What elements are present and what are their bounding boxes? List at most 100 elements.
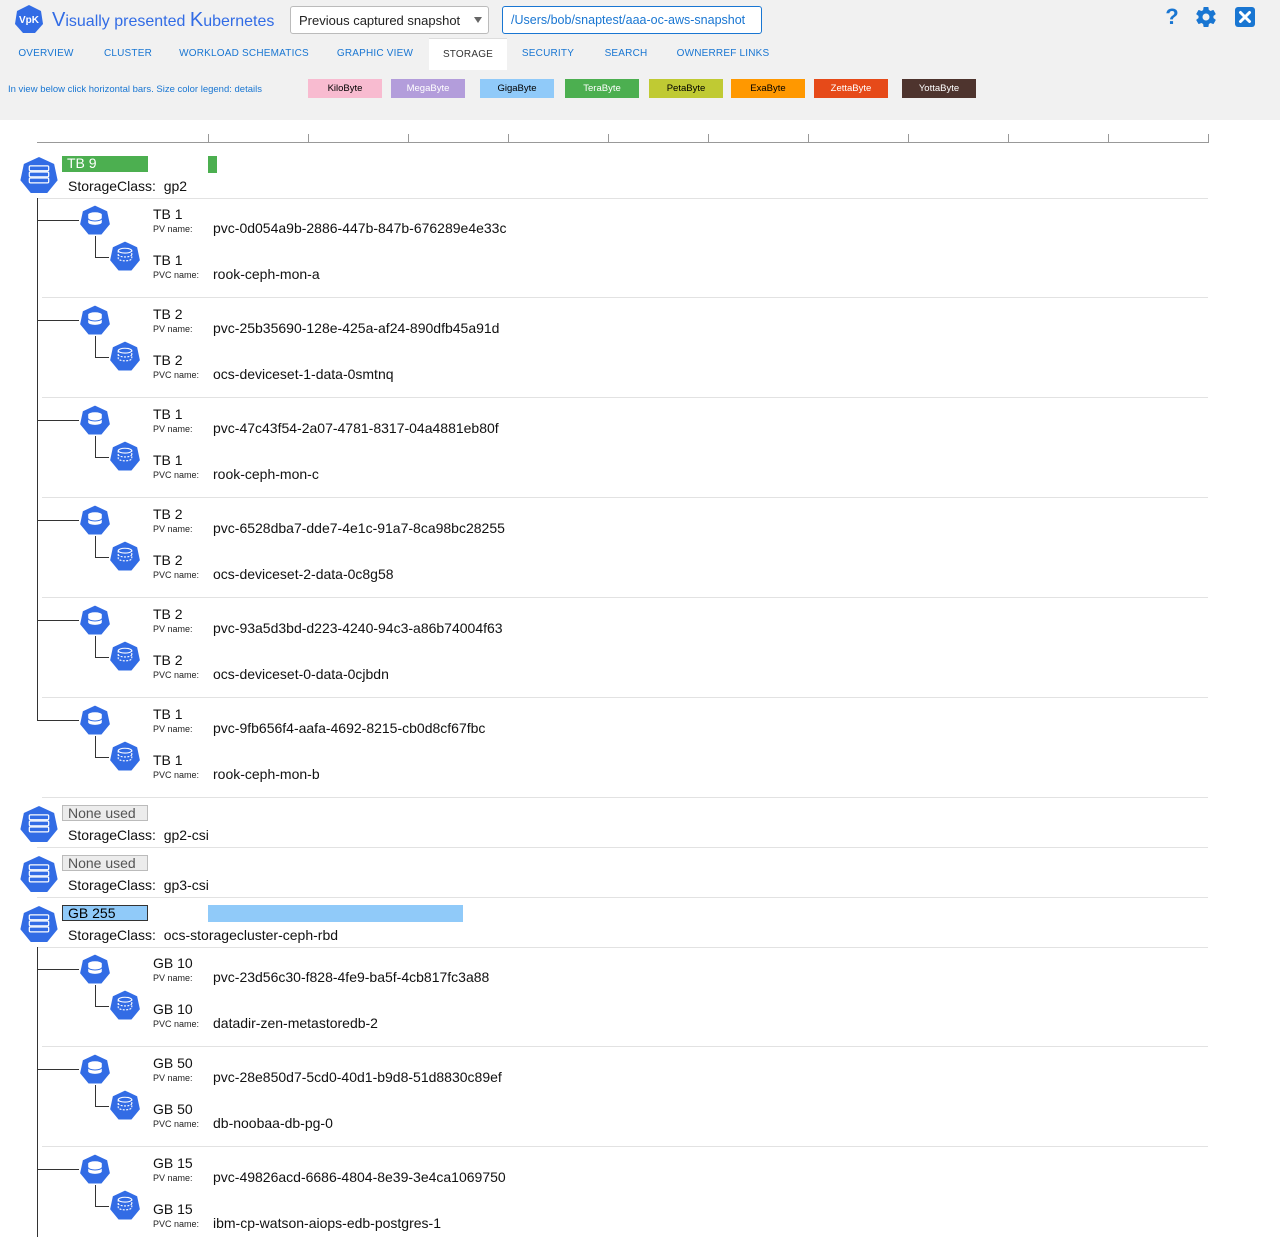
persistent-volume-claim-icon[interactable] — [109, 1089, 141, 1121]
snapshot-select-value: Previous captured snapshot — [299, 13, 461, 28]
storage-class-icon[interactable] — [19, 854, 59, 894]
size-axis-tick — [808, 134, 809, 143]
pv-size: TB 2 — [153, 506, 183, 522]
tree-branch — [95, 757, 109, 758]
pv-name[interactable]: pvc-9fb656f4-aafa-4692-8215-cb0d8cf67fbc — [213, 720, 485, 736]
pvc-size: GB 50 — [153, 1101, 193, 1117]
pv-name-key: PV name: — [153, 1073, 193, 1083]
pv-name-key: PV name: — [153, 1173, 193, 1183]
pv-size: TB 1 — [153, 206, 183, 222]
persistent-volume-claim-icon[interactable] — [109, 240, 141, 272]
volume-separator — [42, 1046, 1208, 1047]
persistent-volume-icon[interactable] — [79, 1153, 111, 1185]
legend-zettabyte[interactable]: ZettaByte — [814, 79, 888, 98]
pvc-name[interactable]: ocs-deviceset-2-data-0c8g58 — [213, 566, 394, 582]
legend-megabyte[interactable]: MegaByte — [391, 79, 465, 98]
persistent-volume-icon[interactable] — [79, 404, 111, 436]
pvc-name[interactable]: ocs-deviceset-0-data-0cjbdn — [213, 666, 389, 682]
volume-separator — [42, 397, 1208, 398]
storage-class-prefix: StorageClass: — [68, 927, 156, 943]
snapshot-select[interactable]: Previous captured snapshot — [290, 6, 489, 34]
legend-terabyte[interactable]: TeraByte — [565, 79, 639, 98]
pv-name[interactable]: pvc-0d054a9b-2886-447b-847b-676289e4e33c — [213, 220, 506, 236]
storage-tree: TB 9 StorageClass: gp2 TB 1 PV name: pvc-0d0… — [0, 120, 1280, 1237]
persistent-volume-icon[interactable] — [79, 504, 111, 536]
pvc-name[interactable]: rook-ceph-mon-b — [213, 766, 320, 782]
persistent-volume-claim-icon[interactable] — [109, 440, 141, 472]
pv-name[interactable]: pvc-47c43f54-2a07-4781-8317-04a4881eb80f — [213, 420, 499, 436]
logo-text: VpK — [19, 15, 40, 26]
storage-class-icon[interactable] — [19, 804, 59, 844]
volume-separator — [42, 697, 1208, 698]
legend-petabyte[interactable]: PetaByte — [649, 79, 723, 98]
pv-name-key: PV name: — [153, 973, 193, 983]
size-axis-tick — [1208, 134, 1209, 143]
storage-size-bar[interactable] — [208, 905, 463, 922]
storage-class-icon[interactable] — [19, 155, 59, 195]
pvc-name[interactable]: db-noobaa-db-pg-0 — [213, 1115, 333, 1131]
size-axis-tick — [1008, 134, 1009, 143]
persistent-volume-claim-icon[interactable] — [109, 1189, 141, 1221]
legend-yottabyte[interactable]: YottaByte — [902, 79, 976, 98]
persistent-volume-claim-icon[interactable] — [109, 740, 141, 772]
tab-search[interactable]: SEARCH — [589, 38, 663, 70]
pvc-name-key: PVC name: — [153, 770, 200, 780]
tab-overview[interactable]: OVERVIEW — [0, 38, 92, 70]
tree-branch — [37, 1069, 79, 1070]
pv-name-key: PV name: — [153, 724, 193, 734]
tree-branch — [95, 1106, 109, 1107]
legend-kilobyte[interactable]: KiloByte — [308, 79, 382, 98]
tree-branch — [95, 336, 96, 357]
tab-storage[interactable]: STORAGE — [429, 38, 507, 70]
pv-name[interactable]: pvc-6528dba7-dde7-4e1c-91a7-8ca98bc28255 — [213, 520, 505, 536]
persistent-volume-icon[interactable] — [79, 953, 111, 985]
size-axis-tick — [708, 134, 709, 143]
tree-branch — [37, 220, 79, 221]
snapshot-directory-field[interactable]: /Users/bob/snaptest/aaa-oc-aws-snapshot — [502, 6, 762, 34]
tree-branch — [95, 357, 109, 358]
pvc-size: TB 1 — [153, 252, 183, 268]
close-icon[interactable] — [1233, 5, 1257, 29]
pvc-name-key: PVC name: — [153, 270, 200, 280]
pvc-name[interactable]: datadir-zen-metastoredb-2 — [213, 1015, 378, 1031]
persistent-volume-claim-icon[interactable] — [109, 989, 141, 1021]
storage-size-bar[interactable] — [208, 156, 217, 173]
pv-name[interactable]: pvc-93a5d3bd-d223-4240-94c3-a86b74004f63 — [213, 620, 503, 636]
persistent-volume-icon[interactable] — [79, 204, 111, 236]
pv-name[interactable]: pvc-49826acd-6686-4804-8e39-3e4ca1069750 — [213, 1169, 506, 1185]
persistent-volume-icon[interactable] — [79, 304, 111, 336]
storage-class-icon[interactable] — [19, 904, 59, 944]
persistent-volume-icon[interactable] — [79, 1053, 111, 1085]
help-icon[interactable]: ? — [1160, 5, 1184, 29]
legend-gigabyte[interactable]: GigaByte — [480, 79, 554, 98]
pvc-name[interactable]: rook-ceph-mon-a — [213, 266, 320, 282]
tree-branch — [95, 1185, 96, 1206]
pvc-name[interactable]: ocs-deviceset-1-data-0smtnq — [213, 366, 394, 382]
pvc-size: GB 15 — [153, 1201, 193, 1217]
gear-icon[interactable] — [1194, 5, 1218, 29]
pv-name[interactable]: pvc-25b35690-128e-425a-af24-890dfb45a91d — [213, 320, 499, 336]
persistent-volume-claim-icon[interactable] — [109, 340, 141, 372]
tab-graphic-view[interactable]: GRAPHIC VIEW — [320, 38, 430, 70]
pvc-name[interactable]: ibm-cp-watson-aiops-edb-postgres-1 — [213, 1215, 441, 1231]
tree-branch — [95, 736, 96, 757]
storage-class-prefix: StorageClass: — [68, 178, 156, 194]
tree-branch — [95, 557, 109, 558]
pvc-name-key: PVC name: — [153, 470, 200, 480]
pv-name[interactable]: pvc-23d56c30-f828-4fe9-ba5f-4cb817fc3a88 — [213, 969, 489, 985]
persistent-volume-claim-icon[interactable] — [109, 640, 141, 672]
tree-branch — [95, 1085, 96, 1106]
pvc-size: TB 1 — [153, 452, 183, 468]
persistent-volume-icon[interactable] — [79, 704, 111, 736]
persistent-volume-claim-icon[interactable] — [109, 540, 141, 572]
tree-branch — [37, 969, 79, 970]
tab-workload-schematics[interactable]: WORKLOAD SCHEMATICS — [164, 38, 324, 70]
storage-class-label: StorageClass: gp3-csi — [68, 877, 209, 893]
legend-exabyte[interactable]: ExaByte — [731, 79, 805, 98]
tab-ownerref-links[interactable]: OWNERREF LINKS — [663, 38, 783, 70]
pv-name[interactable]: pvc-28e850d7-5cd0-40d1-b9d8-51d8830c89ef — [213, 1069, 502, 1085]
pvc-name[interactable]: rook-ceph-mon-c — [213, 466, 319, 482]
persistent-volume-icon[interactable] — [79, 604, 111, 636]
tab-cluster[interactable]: CLUSTER — [92, 38, 164, 70]
tab-security[interactable]: SECURITY — [507, 38, 589, 70]
